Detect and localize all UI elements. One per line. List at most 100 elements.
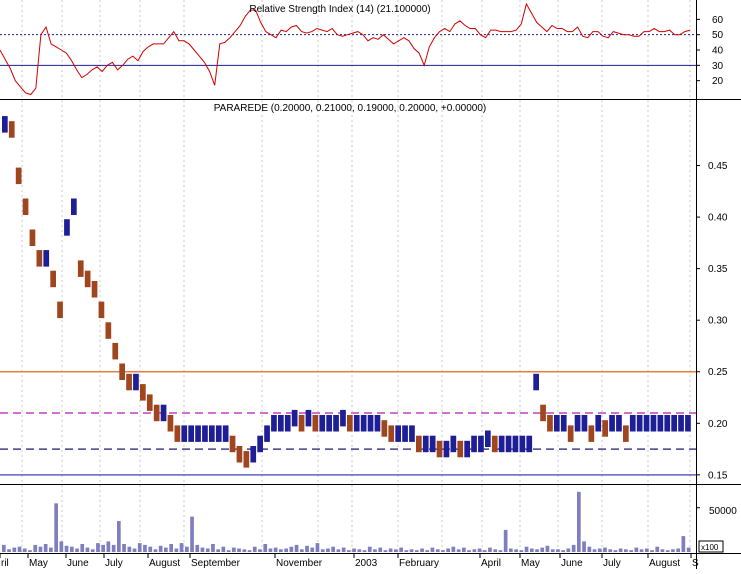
volume-bar [101, 544, 105, 552]
volume-bar [169, 544, 173, 552]
price-bar [471, 435, 477, 453]
price-bar [91, 281, 98, 298]
volume-bar [300, 549, 304, 552]
volume-bar [587, 546, 592, 552]
volume-bar [451, 546, 456, 552]
price-bar [567, 425, 574, 442]
volume-bar [111, 544, 116, 552]
price-bar [450, 435, 457, 453]
volume-bar [80, 544, 85, 552]
volume-bar [446, 548, 450, 552]
volume-bar [273, 547, 278, 552]
volume-bar [462, 547, 466, 552]
x-tick-label: 2003 [355, 558, 378, 569]
volume-bar [341, 547, 346, 552]
volume-bar [85, 547, 90, 552]
price-bar [581, 415, 588, 432]
chart-window: 20 30 40 50 60 0.15 0.20 0.25 0.30 0.35 0.40 0.45 ri… [0, 0, 741, 569]
price-bar [278, 415, 284, 432]
volume-bar [117, 521, 121, 552]
price-bar [685, 415, 691, 432]
volume-bar [164, 547, 168, 552]
price-bar [671, 415, 677, 432]
volume-bar [190, 516, 194, 552]
price-bar [84, 270, 91, 288]
rsi-tick-label: 20 [712, 76, 724, 87]
price-bar [305, 409, 312, 427]
volume-bar [211, 544, 215, 552]
price-bar [381, 420, 388, 437]
price-bar [402, 425, 408, 442]
price-bar [140, 384, 146, 401]
volume-bar [143, 544, 147, 552]
price-tick-label: 0.30 [708, 316, 728, 327]
rsi-tick-label: 40 [712, 46, 724, 57]
price-bar [50, 270, 56, 288]
x-tick-label: June [67, 558, 89, 569]
volume-bar [603, 547, 607, 552]
volume-bar [660, 549, 665, 552]
volume-bar [90, 549, 95, 552]
volume-bar [535, 549, 539, 552]
volume-bar [28, 550, 32, 552]
price-bar [43, 250, 50, 267]
volume-panel [0, 486, 696, 553]
volume-bar [566, 548, 571, 552]
price-bar [264, 425, 270, 442]
volume-bar [404, 550, 409, 552]
volume-bar [132, 548, 137, 552]
x-tick-label: July [105, 558, 123, 569]
price-bar [353, 415, 360, 432]
volume-bar [221, 546, 226, 552]
volume-bar [425, 550, 430, 552]
volume-bar [399, 547, 403, 552]
volume-bar [17, 546, 22, 552]
volume-bar [7, 549, 11, 552]
price-bar [64, 219, 70, 236]
volume-bar [524, 546, 529, 552]
volume-bar [2, 544, 6, 552]
x-tick-label: September [191, 558, 241, 569]
volume-bar [43, 544, 48, 552]
price-bar [291, 409, 298, 427]
price-bar [347, 415, 353, 432]
price-bar [650, 415, 657, 432]
price-bar [498, 435, 505, 453]
volume-bar [174, 548, 179, 552]
price-bar [533, 373, 539, 391]
price-bar [429, 435, 436, 453]
rsi-tick-label: 50 [712, 30, 724, 41]
volume-bar [435, 549, 440, 552]
price-bar [8, 121, 15, 138]
volume-bar [54, 503, 58, 552]
x-tick-label: May [521, 558, 540, 569]
volume-bar [237, 548, 241, 552]
volume-bar [571, 544, 576, 552]
volume-bar [12, 547, 17, 552]
volume-bar [59, 541, 64, 552]
price-bar [243, 451, 250, 468]
price-bar [236, 446, 243, 463]
volume-bar [493, 549, 498, 552]
volume-bar [326, 548, 330, 552]
price-bar [547, 415, 553, 432]
price-bar [340, 409, 346, 427]
volume-bar [331, 546, 335, 552]
volume-bar [488, 547, 492, 552]
x-tick-label: May [29, 558, 48, 569]
price-bar [409, 425, 415, 442]
volume-bar [242, 549, 247, 552]
volume-bar [305, 545, 309, 552]
price-bar [326, 415, 332, 432]
volume-bar [441, 550, 445, 552]
price-tick-label: 0.15 [708, 470, 728, 481]
price-bar [333, 415, 339, 432]
volume-bar [503, 529, 508, 552]
volume-bar [676, 548, 680, 552]
volume-bar [263, 544, 268, 552]
price-bar [319, 415, 326, 432]
price-bar [195, 425, 201, 442]
price-bar [629, 415, 636, 432]
volume-bar [153, 549, 158, 552]
x-tick-label: April [481, 558, 501, 569]
